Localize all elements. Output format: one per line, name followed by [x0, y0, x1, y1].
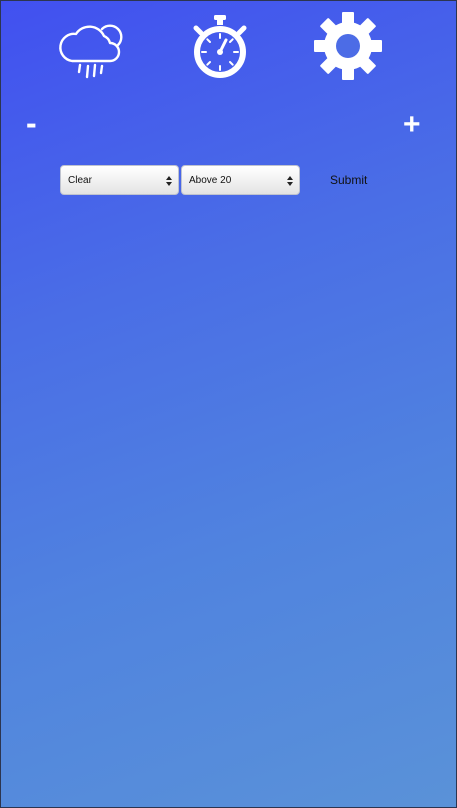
temperature-select-value: Above 20 — [189, 175, 232, 186]
select-arrows-icon — [166, 176, 172, 186]
cloud-rain-icon[interactable] — [58, 14, 128, 80]
stopwatch-icon[interactable] — [190, 14, 250, 80]
weather-select-value: Clear — [68, 175, 92, 186]
temperature-select[interactable]: Above 20 — [181, 165, 300, 195]
select-arrows-icon — [287, 176, 293, 186]
window-frame — [0, 0, 457, 808]
gear-icon[interactable] — [314, 12, 382, 80]
increment-button[interactable]: + — [403, 110, 421, 140]
submit-button[interactable]: Submit — [322, 172, 375, 188]
weather-select[interactable]: Clear — [60, 165, 179, 195]
decrement-button[interactable]: - — [26, 107, 37, 139]
